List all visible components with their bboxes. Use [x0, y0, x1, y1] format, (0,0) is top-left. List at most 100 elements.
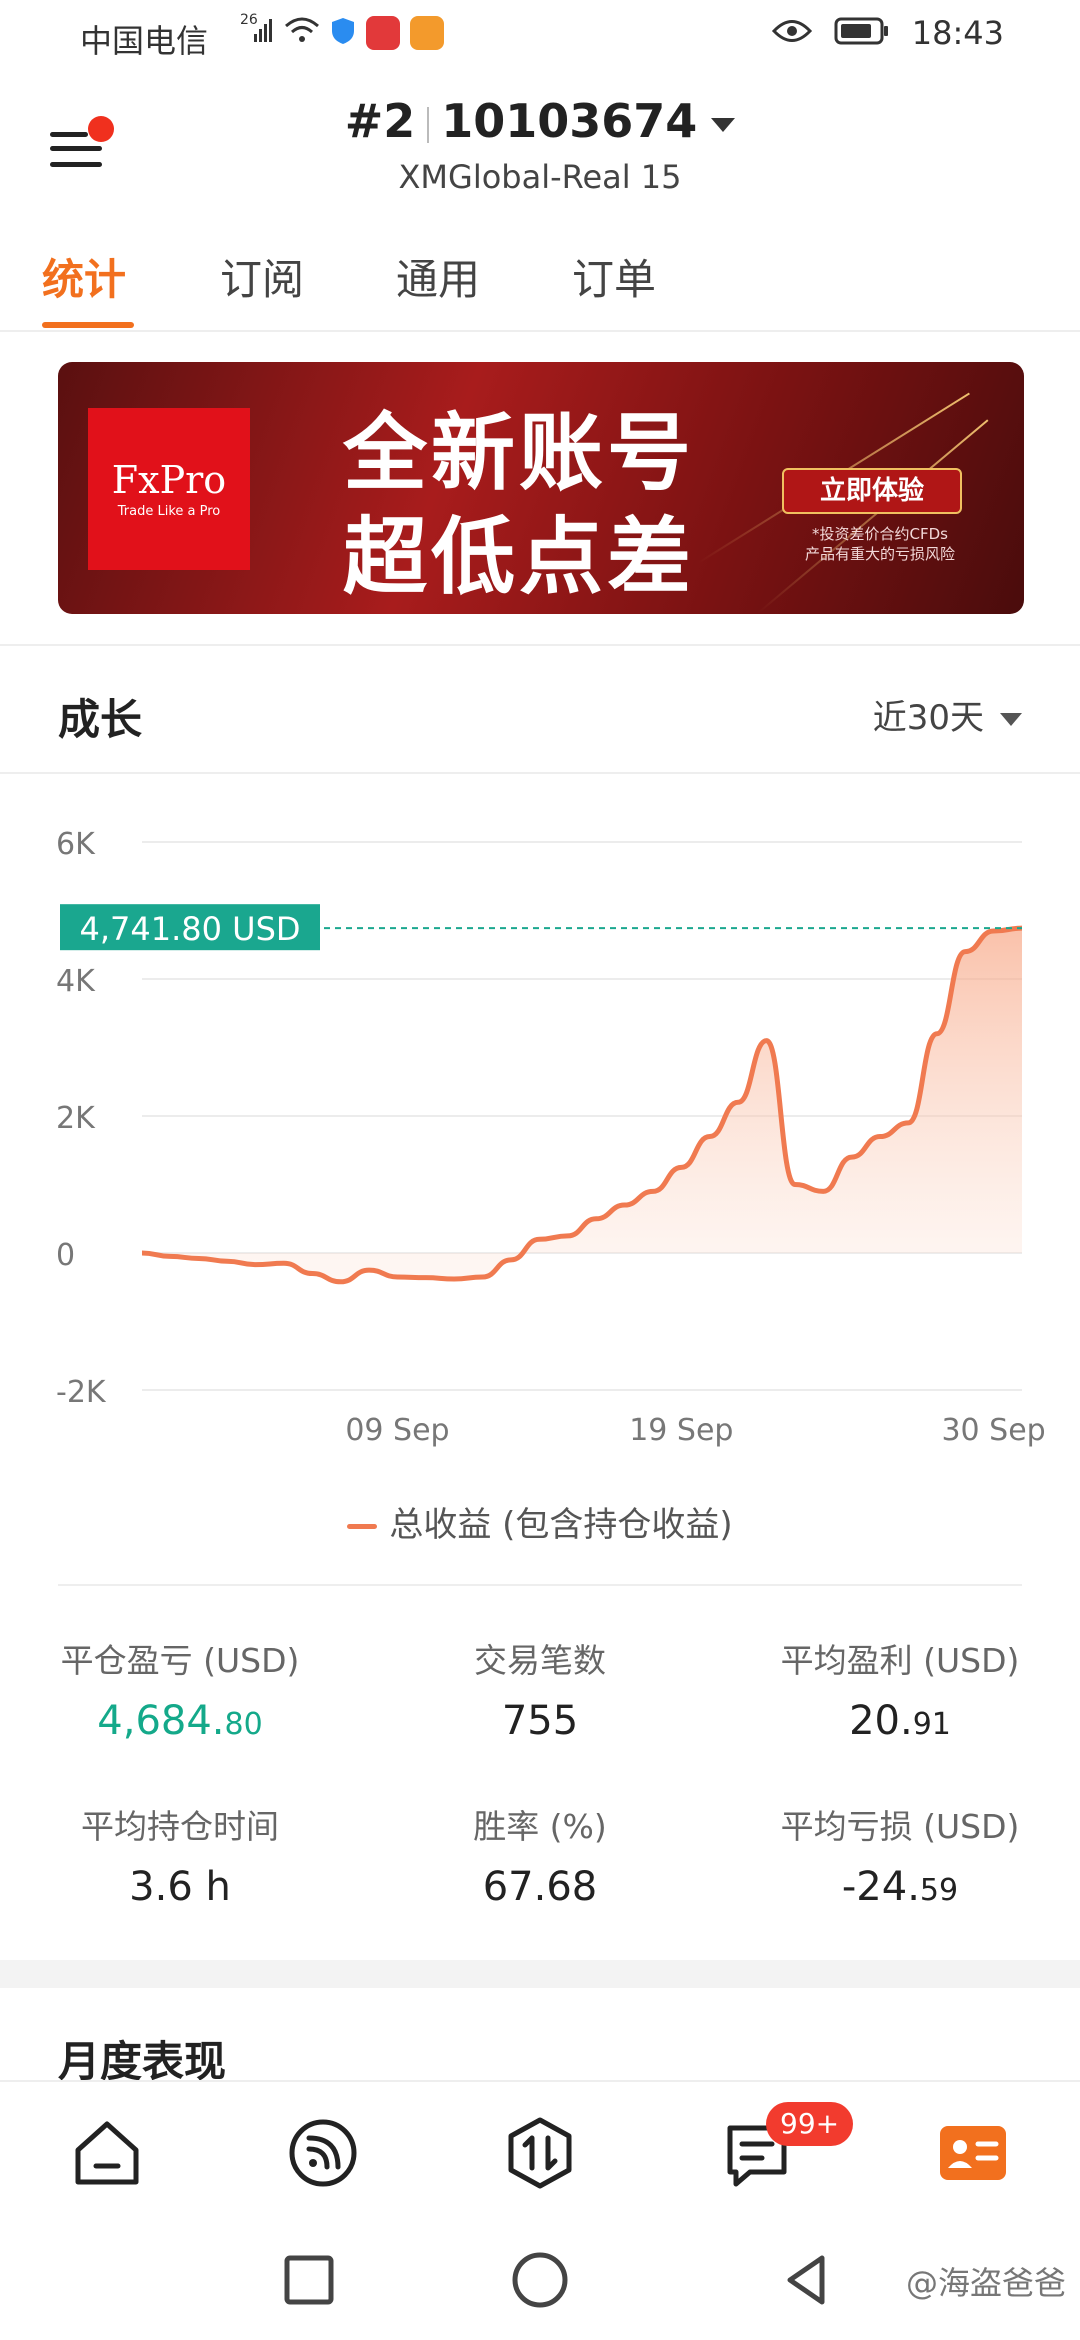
trade-icon: [508, 2117, 572, 2189]
active-tab-indicator: [42, 322, 134, 328]
stat-value: 4,684.80: [10, 1698, 350, 1744]
nav-home[interactable]: [70, 2116, 144, 2190]
stat-value-main: -24.: [841, 1864, 920, 1910]
y-tick-label: 4K: [56, 964, 96, 999]
brand-name: FxPro: [111, 458, 227, 502]
section-gap: [0, 1960, 1080, 1988]
y-tick-label: 6K: [56, 827, 96, 862]
back-icon[interactable]: [787, 2255, 825, 2305]
stat-label: 胜率 (%): [473, 1807, 607, 1846]
legend-label: 总收益 (包含持仓收益): [389, 1505, 733, 1545]
stat-label: 平仓盈亏 (USD): [60, 1641, 300, 1680]
growth-chart: 6K 4K 2K 0 -2K 09 Sep 19 Sep 30 Sep 4,741.80 US…: [0, 790, 1080, 1510]
tab-orders[interactable]: 订单: [572, 246, 656, 307]
messages-badge: 99+: [766, 2102, 854, 2146]
growth-chart-svg: 6K 4K 2K 0 -2K 09 Sep 19 Sep 30 Sep 4,741.80 US…: [56, 827, 1046, 1448]
chevron-down-icon: [711, 117, 736, 132]
stat-win-rate: 胜率 (%) 67.68: [370, 1800, 710, 1910]
wifi-icon: [284, 16, 320, 50]
stat-value: 755: [370, 1698, 710, 1744]
stat-label: 平均盈利 (USD): [780, 1641, 1020, 1680]
stat-value-main: 67.68: [482, 1864, 598, 1910]
recent-apps-icon[interactable]: [284, 2255, 334, 2305]
legend-swatch: [347, 1524, 378, 1529]
range-selector[interactable]: 近30天: [873, 690, 1022, 739]
watermark: @海盗爸爸: [905, 2264, 1066, 2302]
risk-note-line-2: 产品有重大的亏损风险: [804, 545, 955, 563]
banner-risk-note: *投资差价合约CFDs 产品有重大的亏损风险: [780, 524, 980, 564]
growth-title: 成长: [58, 695, 143, 744]
chart-legend: 总收益 (包含持仓收益): [0, 1497, 1080, 1546]
account-selector[interactable]: #2 10103674: [0, 94, 1080, 148]
brand-tagline: Trade Like a Pro: [117, 504, 221, 519]
risk-note-line-1: *投资差价合约CFDs: [812, 525, 948, 543]
video-app-icon: [410, 16, 444, 50]
status-icons: 26: [240, 12, 444, 50]
status-bar: 中国电信 26 18:43: [0, 0, 1080, 72]
fxpro-logo: FxPro Trade Like a Pro: [88, 408, 250, 570]
account-separator: [427, 106, 430, 143]
system-nav-bar: @海盗爸爸: [0, 2222, 1080, 2340]
range-label: 近30天: [872, 698, 984, 738]
carrier-label: 中国电信: [80, 22, 209, 60]
y-tick-label: 2K: [56, 1101, 96, 1136]
signal-icon: 26: [240, 12, 274, 50]
battery-icon: [834, 17, 890, 49]
stat-value-main: 20.: [849, 1698, 913, 1744]
signal-type-label: 26: [240, 12, 258, 28]
status-right: 18:43: [771, 14, 1004, 52]
promo-banner[interactable]: FxPro Trade Like a Pro 全新账号 超低点差 立即体验 *投…: [58, 362, 1024, 614]
section-divider: [0, 644, 1080, 646]
stat-value: 3.6 h: [10, 1864, 350, 1910]
home-icon: [75, 2121, 139, 2185]
tab-bar: 统计 订阅 通用 订单: [0, 240, 1080, 332]
stat-trade-count: 交易笔数 755: [370, 1634, 710, 1744]
banner-cta-button[interactable]: 立即体验: [782, 468, 962, 514]
nav-profile[interactable]: [936, 2116, 1010, 2190]
stat-value: -24.59: [730, 1864, 1070, 1910]
stat-closed-pnl: 平仓盈亏 (USD) 4,684.80: [10, 1634, 350, 1744]
stat-value-decimal: 80: [224, 1707, 263, 1742]
feed-icon: [289, 2119, 357, 2187]
banner-headline-1: 全新账号: [343, 404, 696, 502]
bottom-nav: 99+: [0, 2080, 1080, 2222]
y-tick-label: 0: [56, 1238, 75, 1273]
stat-label: 交易笔数: [474, 1641, 606, 1680]
home-circle-icon[interactable]: [512, 2252, 568, 2308]
stat-avg-loss: 平均亏损 (USD) -24.59: [730, 1800, 1070, 1910]
account-server: XMGlobal-Real 15: [398, 158, 682, 196]
tab-subscriptions[interactable]: 订阅: [220, 246, 304, 307]
banner-decoration: [757, 419, 989, 614]
chevron-down-icon: [1000, 713, 1022, 726]
stat-value-main: 4,684.: [97, 1698, 225, 1744]
shield-icon: [330, 16, 356, 50]
tab-general[interactable]: 通用: [396, 246, 480, 307]
eye-icon: [771, 18, 812, 48]
x-tick-label: 30 Sep: [941, 1413, 1045, 1448]
stat-value-decimal: 59: [919, 1873, 959, 1908]
last-value-label: 4,741.80 USD: [79, 910, 300, 948]
stat-value-decimal: 91: [912, 1707, 951, 1742]
account-rank: #2: [344, 94, 416, 148]
x-tick-label: 09 Sep: [345, 1413, 449, 1448]
tab-statistics[interactable]: 统计: [42, 246, 126, 307]
stat-avg-hold-time: 平均持仓时间 3.6 h: [10, 1800, 350, 1910]
stat-value: 67.68: [370, 1864, 710, 1910]
banner-headline-2: 超低点差: [343, 508, 696, 606]
app-header: #2 10103674 XMGlobal-Real 15: [0, 80, 1080, 210]
section-divider: [0, 772, 1080, 774]
stat-value: 20.91: [730, 1698, 1070, 1744]
account-number: 10103674: [441, 94, 698, 148]
stat-avg-profit: 平均盈利 (USD) 20.91: [730, 1634, 1070, 1744]
nav-trade[interactable]: [503, 2116, 577, 2190]
stat-label: 平均亏损 (USD): [780, 1807, 1020, 1846]
profile-icon: [940, 2126, 1006, 2180]
app-notification-icon: [366, 16, 400, 50]
y-tick-label: -2K: [56, 1375, 107, 1410]
x-tick-label: 19 Sep: [629, 1413, 733, 1448]
section-divider: [58, 1584, 1022, 1586]
nav-feed[interactable]: [286, 2116, 360, 2190]
stat-value-main: 755: [501, 1698, 579, 1744]
clock: 18:43: [911, 14, 1004, 52]
stat-value-main: 3.6 h: [129, 1864, 231, 1910]
